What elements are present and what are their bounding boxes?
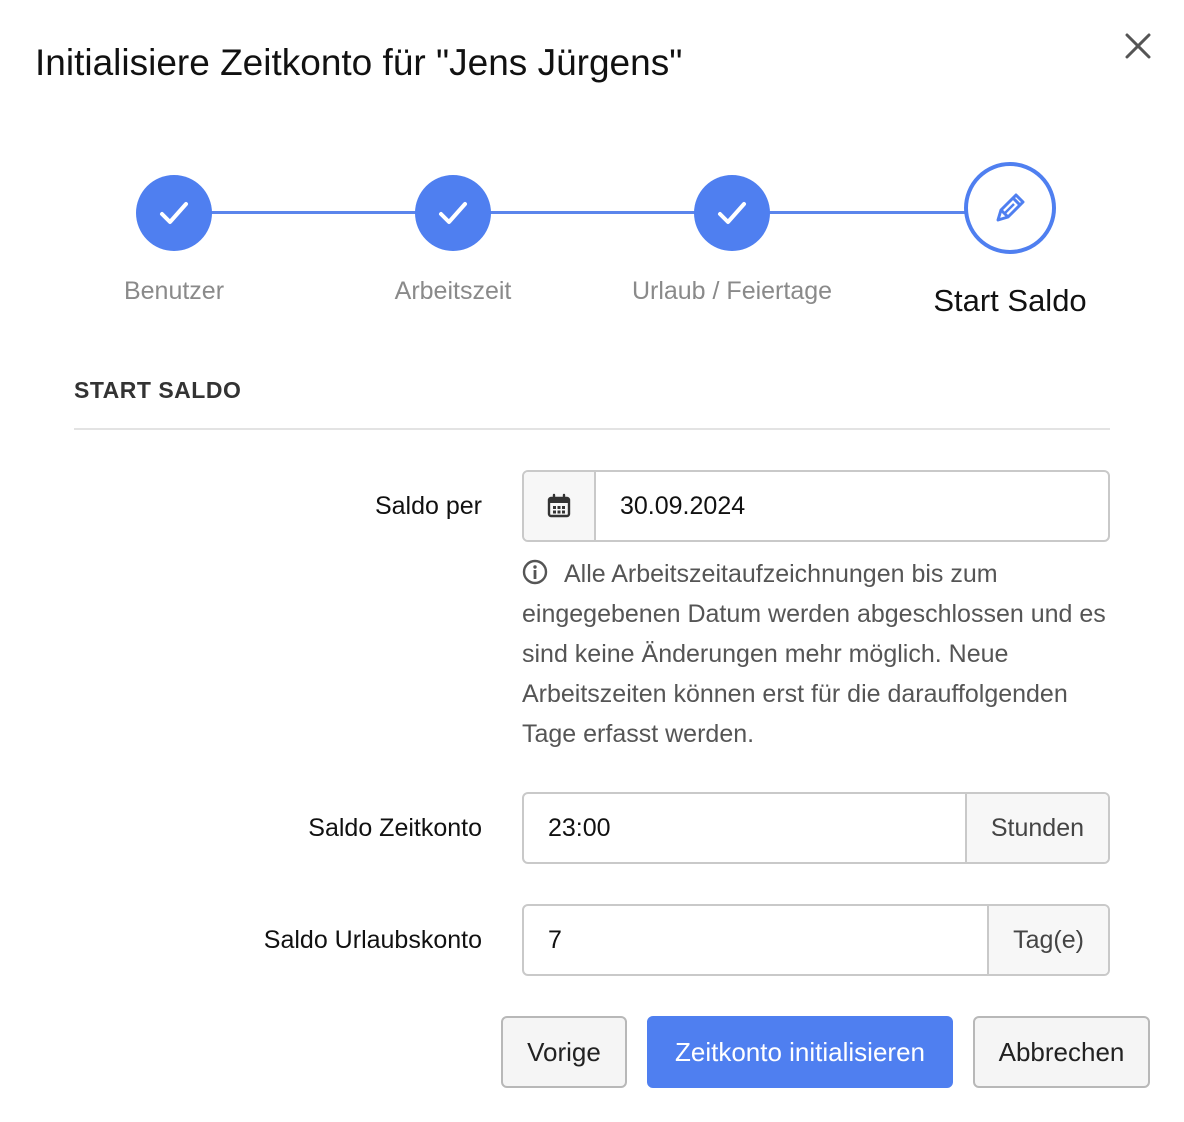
pencil-icon [996,193,1025,222]
saldo-per-label: Saldo per [374,492,482,520]
step-label-start-saldo: Start Saldo [933,283,1087,318]
saldo-urlaubskonto-field[interactable]: 7 Tag(e) [522,904,1110,976]
check-icon [439,202,467,224]
saldo-zeitkonto-label: Saldo Zeitkonto [308,814,482,842]
section-divider [74,428,1110,430]
check-icon [718,202,746,224]
init-time-account-dialog: Initialisiere Zeitkonto für "Jens Jürgen… [0,0,1184,1122]
step-urlaub-feiertage[interactable] [694,175,770,251]
saldo-urlaubskonto-unit: Tag(e) [987,906,1108,974]
saldo-per-date-field[interactable]: 30.09.2024 [522,470,1110,542]
stepper-connector-1 [174,211,453,214]
saldo-urlaubskonto-input[interactable]: 7 [524,906,987,974]
cancel-button[interactable]: Abbrechen [973,1016,1150,1088]
stepper-connector-2 [453,211,732,214]
info-icon [522,559,548,585]
info-text: Alle Arbeitszeitaufzeichnungen bis zum e… [522,560,1106,748]
step-label-benutzer: Benutzer [123,277,225,305]
saldo-zeitkonto-field[interactable]: 23:00 Stunden [522,792,1110,864]
step-start-saldo[interactable] [964,162,1056,254]
close-icon [1125,33,1151,59]
calendar-icon [547,493,571,518]
step-benutzer[interactable] [136,175,212,251]
saldo-zeitkonto-input[interactable]: 23:00 [524,794,965,862]
calendar-button[interactable] [524,472,596,540]
initialize-account-button[interactable]: Zeitkonto initialisieren [647,1016,953,1088]
previous-button[interactable]: Vorige [501,1016,627,1088]
section-title: START SALDO [74,377,242,403]
saldo-per-input[interactable]: 30.09.2024 [596,472,1108,540]
close-button[interactable] [1118,26,1158,66]
step-label-arbeitszeit: Arbeitszeit [394,277,512,305]
saldo-urlaubskonto-label: Saldo Urlaubskonto [263,926,482,954]
step-arbeitszeit[interactable] [415,175,491,251]
dialog-title: Initialisiere Zeitkonto für "Jens Jürgen… [35,42,683,83]
check-icon [160,202,188,224]
step-label-urlaub-feiertage: Urlaub / Feiertage [631,277,833,305]
info-note: Alle Arbeitszeitaufzeichnungen bis zum e… [522,554,1112,754]
saldo-zeitkonto-unit: Stunden [964,794,1108,862]
